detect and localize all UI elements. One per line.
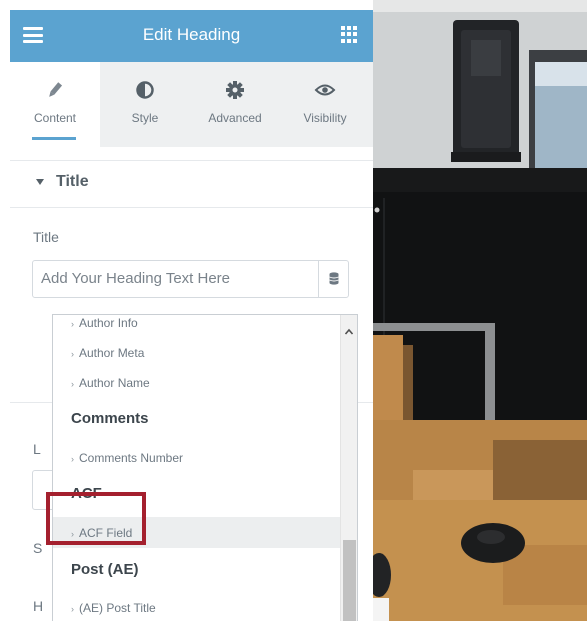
caret-down-icon (36, 179, 44, 185)
heading-text-input[interactable]: Add Your Heading Text Here (32, 260, 349, 298)
highlight-annotation-box (46, 492, 146, 545)
heading-placeholder: Add Your Heading Text Here (41, 270, 231, 287)
tab-visibility[interactable]: Visibility (280, 62, 370, 147)
scroll-up-icon[interactable] (344, 323, 354, 335)
tab-label: Content (33, 111, 77, 125)
chevron-right-icon: › (71, 349, 74, 359)
title-field-label: Title (33, 229, 59, 245)
active-tab-indicator (32, 137, 76, 140)
tab-content[interactable]: Content (10, 62, 100, 147)
tab-label: Style (131, 111, 159, 125)
dropdown-option[interactable]: › Comments Number (71, 451, 183, 465)
panel-tabs: Content Style Advanced Visibility (10, 62, 373, 147)
tab-advanced[interactable]: Advanced (190, 62, 280, 147)
section-title: Title (56, 173, 89, 190)
panel-header: Edit Heading (10, 10, 373, 62)
dropdown-option[interactable]: › Author Info (71, 316, 138, 330)
dropdown-option[interactable]: › (AE) Post Title (71, 601, 156, 615)
dynamic-tags-dropdown[interactable]: › Author Info › Author Meta › Author Name C… (52, 314, 358, 621)
dropdown-group-heading: Comments (71, 410, 149, 427)
option-label: (AE) Post Title (79, 601, 156, 615)
grid-icon[interactable] (341, 26, 358, 43)
chevron-right-icon: › (71, 454, 74, 464)
panel-title: Edit Heading (142, 25, 241, 44)
tab-style[interactable]: Style (100, 62, 190, 147)
dropdown-scrollbar[interactable] (340, 315, 357, 621)
database-icon[interactable] (318, 261, 348, 297)
option-label: Author Name (79, 376, 150, 390)
tab-label: Visibility (303, 111, 347, 125)
gear-icon (190, 80, 280, 100)
scrollbar-thumb[interactable] (343, 540, 356, 621)
dropdown-option[interactable]: › Author Name (71, 376, 150, 390)
chevron-right-icon: › (71, 604, 74, 614)
eye-icon (280, 80, 370, 100)
chevron-right-icon: › (71, 319, 74, 329)
dropdown-option[interactable]: › Author Meta (71, 346, 144, 360)
option-label: Comments Number (79, 451, 184, 465)
option-label: Author Info (79, 316, 138, 330)
section-title-toggle[interactable]: Title (10, 160, 373, 208)
pencil-icon (10, 80, 100, 100)
hidden-field-label: H (33, 598, 44, 614)
hidden-field-label: S (33, 540, 43, 556)
option-label: Author Meta (79, 346, 145, 360)
dropdown-group-heading: Post (AE) (71, 561, 139, 578)
chevron-right-icon: › (71, 379, 74, 389)
tab-label: Advanced (208, 111, 262, 125)
background-photo (373, 0, 587, 621)
hidden-field-label: L (33, 441, 41, 457)
contrast-icon (100, 80, 190, 100)
